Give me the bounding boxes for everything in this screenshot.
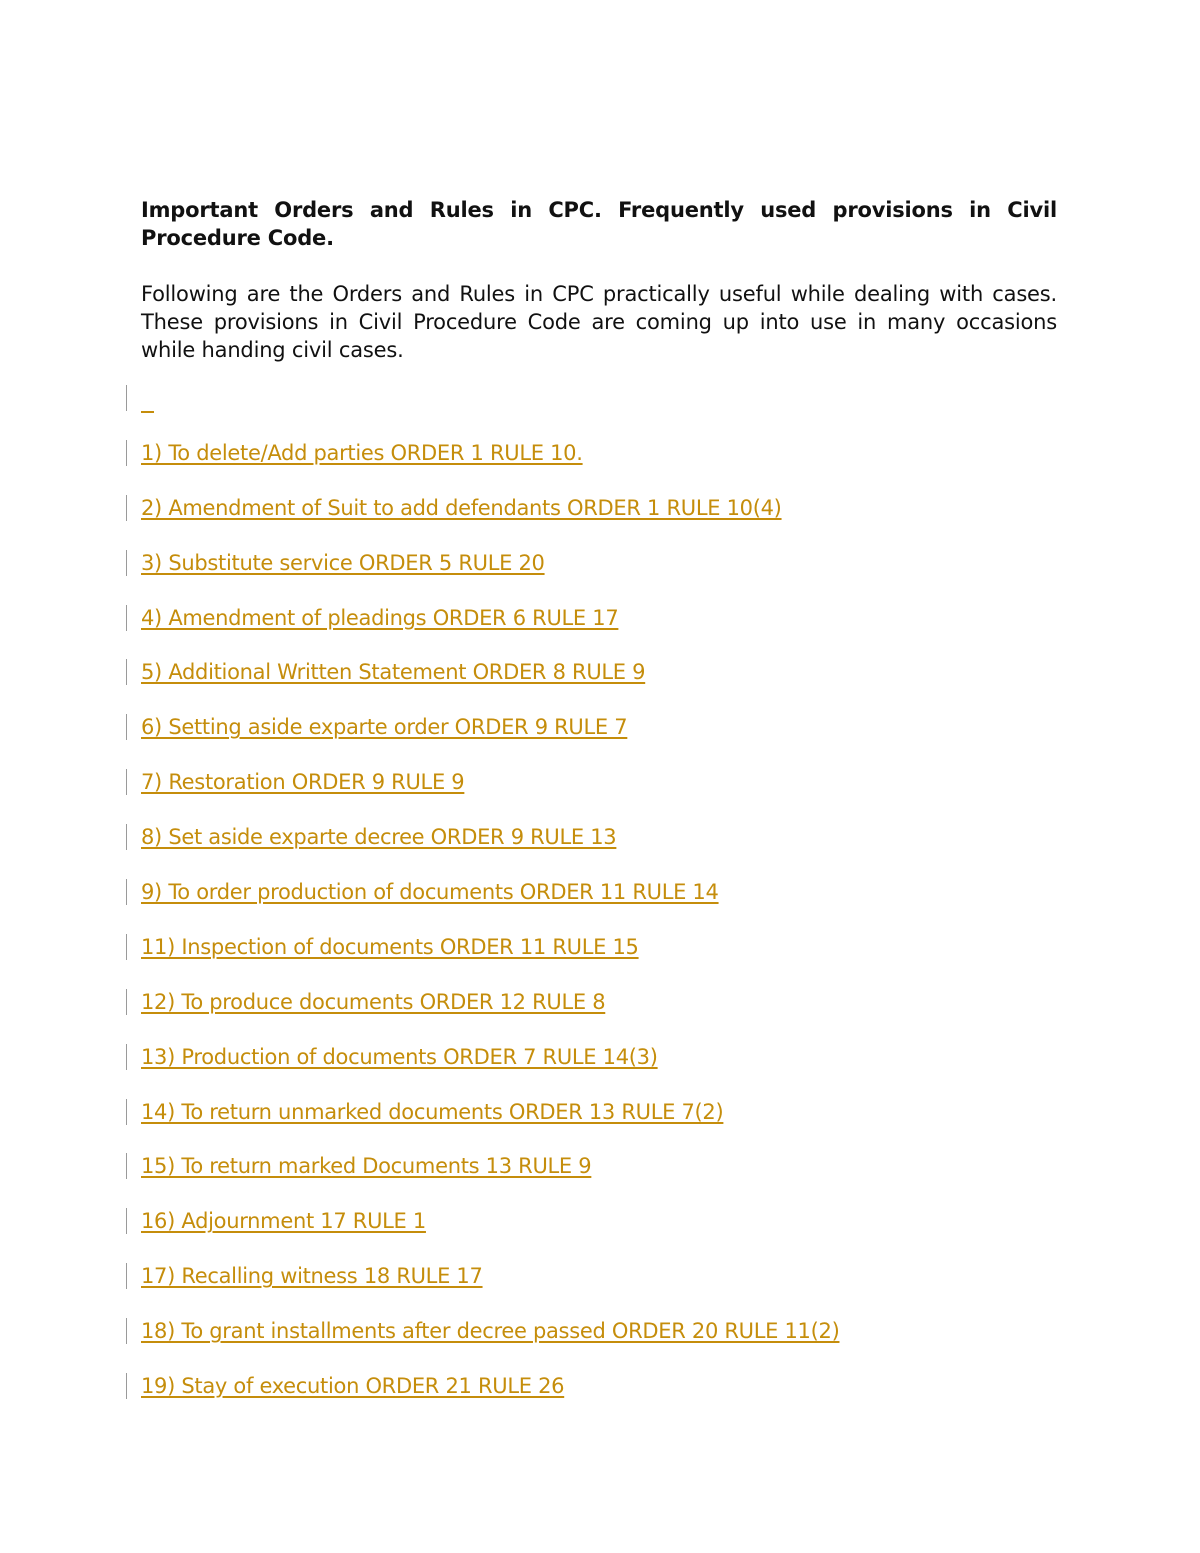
list-item: 16) Adjournment 17 RULE 1 <box>126 1208 1026 1263</box>
provision-link[interactable]: 15) To return marked Documents 13 RULE 9 <box>141 1153 592 1179</box>
change-bar <box>126 494 127 521</box>
list-item: 15) To return marked Documents 13 RULE 9 <box>126 1153 1026 1208</box>
change-bar <box>126 1043 127 1070</box>
provisions-list: 1) To delete/Add parties ORDER 1 RULE 10… <box>126 385 1026 1428</box>
change-bar <box>126 1373 127 1400</box>
list-item: 5) Additional Written Statement ORDER 8 … <box>126 659 1026 714</box>
provision-link[interactable]: 3) Substitute service ORDER 5 RULE 20 <box>141 550 545 576</box>
change-bar <box>126 824 127 851</box>
provision-link[interactable]: 16) Adjournment 17 RULE 1 <box>141 1208 426 1234</box>
change-bar <box>126 933 127 960</box>
provision-link[interactable]: 8) Set aside exparte decree ORDER 9 RULE… <box>141 824 617 850</box>
list-item: 4) Amendment of pleadings ORDER 6 RULE 1… <box>126 604 1026 660</box>
change-bar <box>126 879 127 906</box>
intro-paragraph: Following are the Orders and Rules in CP… <box>141 282 1057 362</box>
provision-link[interactable]: 11) Inspection of documents ORDER 11 RUL… <box>141 934 639 960</box>
provision-link[interactable]: 18) To grant installments after decree p… <box>141 1318 840 1344</box>
change-bar <box>126 439 127 466</box>
provision-link[interactable]: 14) To return unmarked documents ORDER 1… <box>141 1099 724 1125</box>
provision-link[interactable]: 13) Production of documents ORDER 7 RULE… <box>141 1044 658 1070</box>
provision-link[interactable]: 5) Additional Written Statement ORDER 8 … <box>141 659 646 685</box>
change-bar <box>126 549 127 576</box>
list-item: 9) To order production of documents ORDE… <box>126 879 1026 934</box>
list-item: 19) Stay of execution ORDER 21 RULE 26 <box>126 1373 1026 1428</box>
list-item: 14) To return unmarked documents ORDER 1… <box>126 1098 1026 1154</box>
change-bar <box>126 1318 127 1345</box>
provision-link[interactable]: 9) To order production of documents ORDE… <box>141 879 719 905</box>
list-item: 17) Recalling witness 18 RULE 17 <box>126 1263 1026 1318</box>
provision-link[interactable]: 19) Stay of execution ORDER 21 RULE 26 <box>141 1373 565 1399</box>
change-bar <box>126 1208 127 1235</box>
empty-link[interactable] <box>141 411 154 413</box>
document-body: Important Orders and Rules in CPC. Frequ… <box>141 196 1057 364</box>
provision-link[interactable]: 2) Amendment of Suit to add defendants O… <box>141 495 782 521</box>
change-bar <box>126 385 127 411</box>
list-item: 7) Restoration ORDER 9 RULE 9 <box>126 769 1026 824</box>
change-bar <box>126 604 127 631</box>
document-title: Important Orders and Rules in CPC. Frequ… <box>141 198 1057 250</box>
provision-link[interactable]: 12) To produce documents ORDER 12 RULE 8 <box>141 989 606 1015</box>
provision-link[interactable]: 17) Recalling witness 18 RULE 17 <box>141 1263 483 1289</box>
provision-link[interactable]: 6) Setting aside exparte order ORDER 9 R… <box>141 714 628 740</box>
list-item: 2) Amendment of Suit to add defendants O… <box>126 494 1026 550</box>
list-item: 6) Setting aside exparte order ORDER 9 R… <box>126 714 1026 769</box>
list-item: 18) To grant installments after decree p… <box>126 1318 1026 1373</box>
list-item: 13) Production of documents ORDER 7 RULE… <box>126 1043 1026 1099</box>
list-item: 3) Substitute service ORDER 5 RULE 20 <box>126 549 1026 605</box>
change-bar <box>126 1098 127 1125</box>
list-item-blank <box>126 385 1026 440</box>
change-bar <box>126 1263 127 1290</box>
provision-link[interactable]: 1) To delete/Add parties ORDER 1 RULE 10… <box>141 440 583 466</box>
change-bar <box>126 988 127 1015</box>
change-bar <box>126 769 127 796</box>
provision-link[interactable]: 4) Amendment of pleadings ORDER 6 RULE 1… <box>141 605 619 631</box>
change-bar <box>126 659 127 686</box>
change-bar <box>126 714 127 741</box>
list-item: 12) To produce documents ORDER 12 RULE 8 <box>126 988 1026 1044</box>
list-item: 1) To delete/Add parties ORDER 1 RULE 10… <box>126 439 1026 495</box>
change-bar <box>126 1153 127 1180</box>
list-item: 8) Set aside exparte decree ORDER 9 RULE… <box>126 824 1026 879</box>
list-item: 11) Inspection of documents ORDER 11 RUL… <box>126 933 1026 989</box>
provision-link[interactable]: 7) Restoration ORDER 9 RULE 9 <box>141 769 465 795</box>
